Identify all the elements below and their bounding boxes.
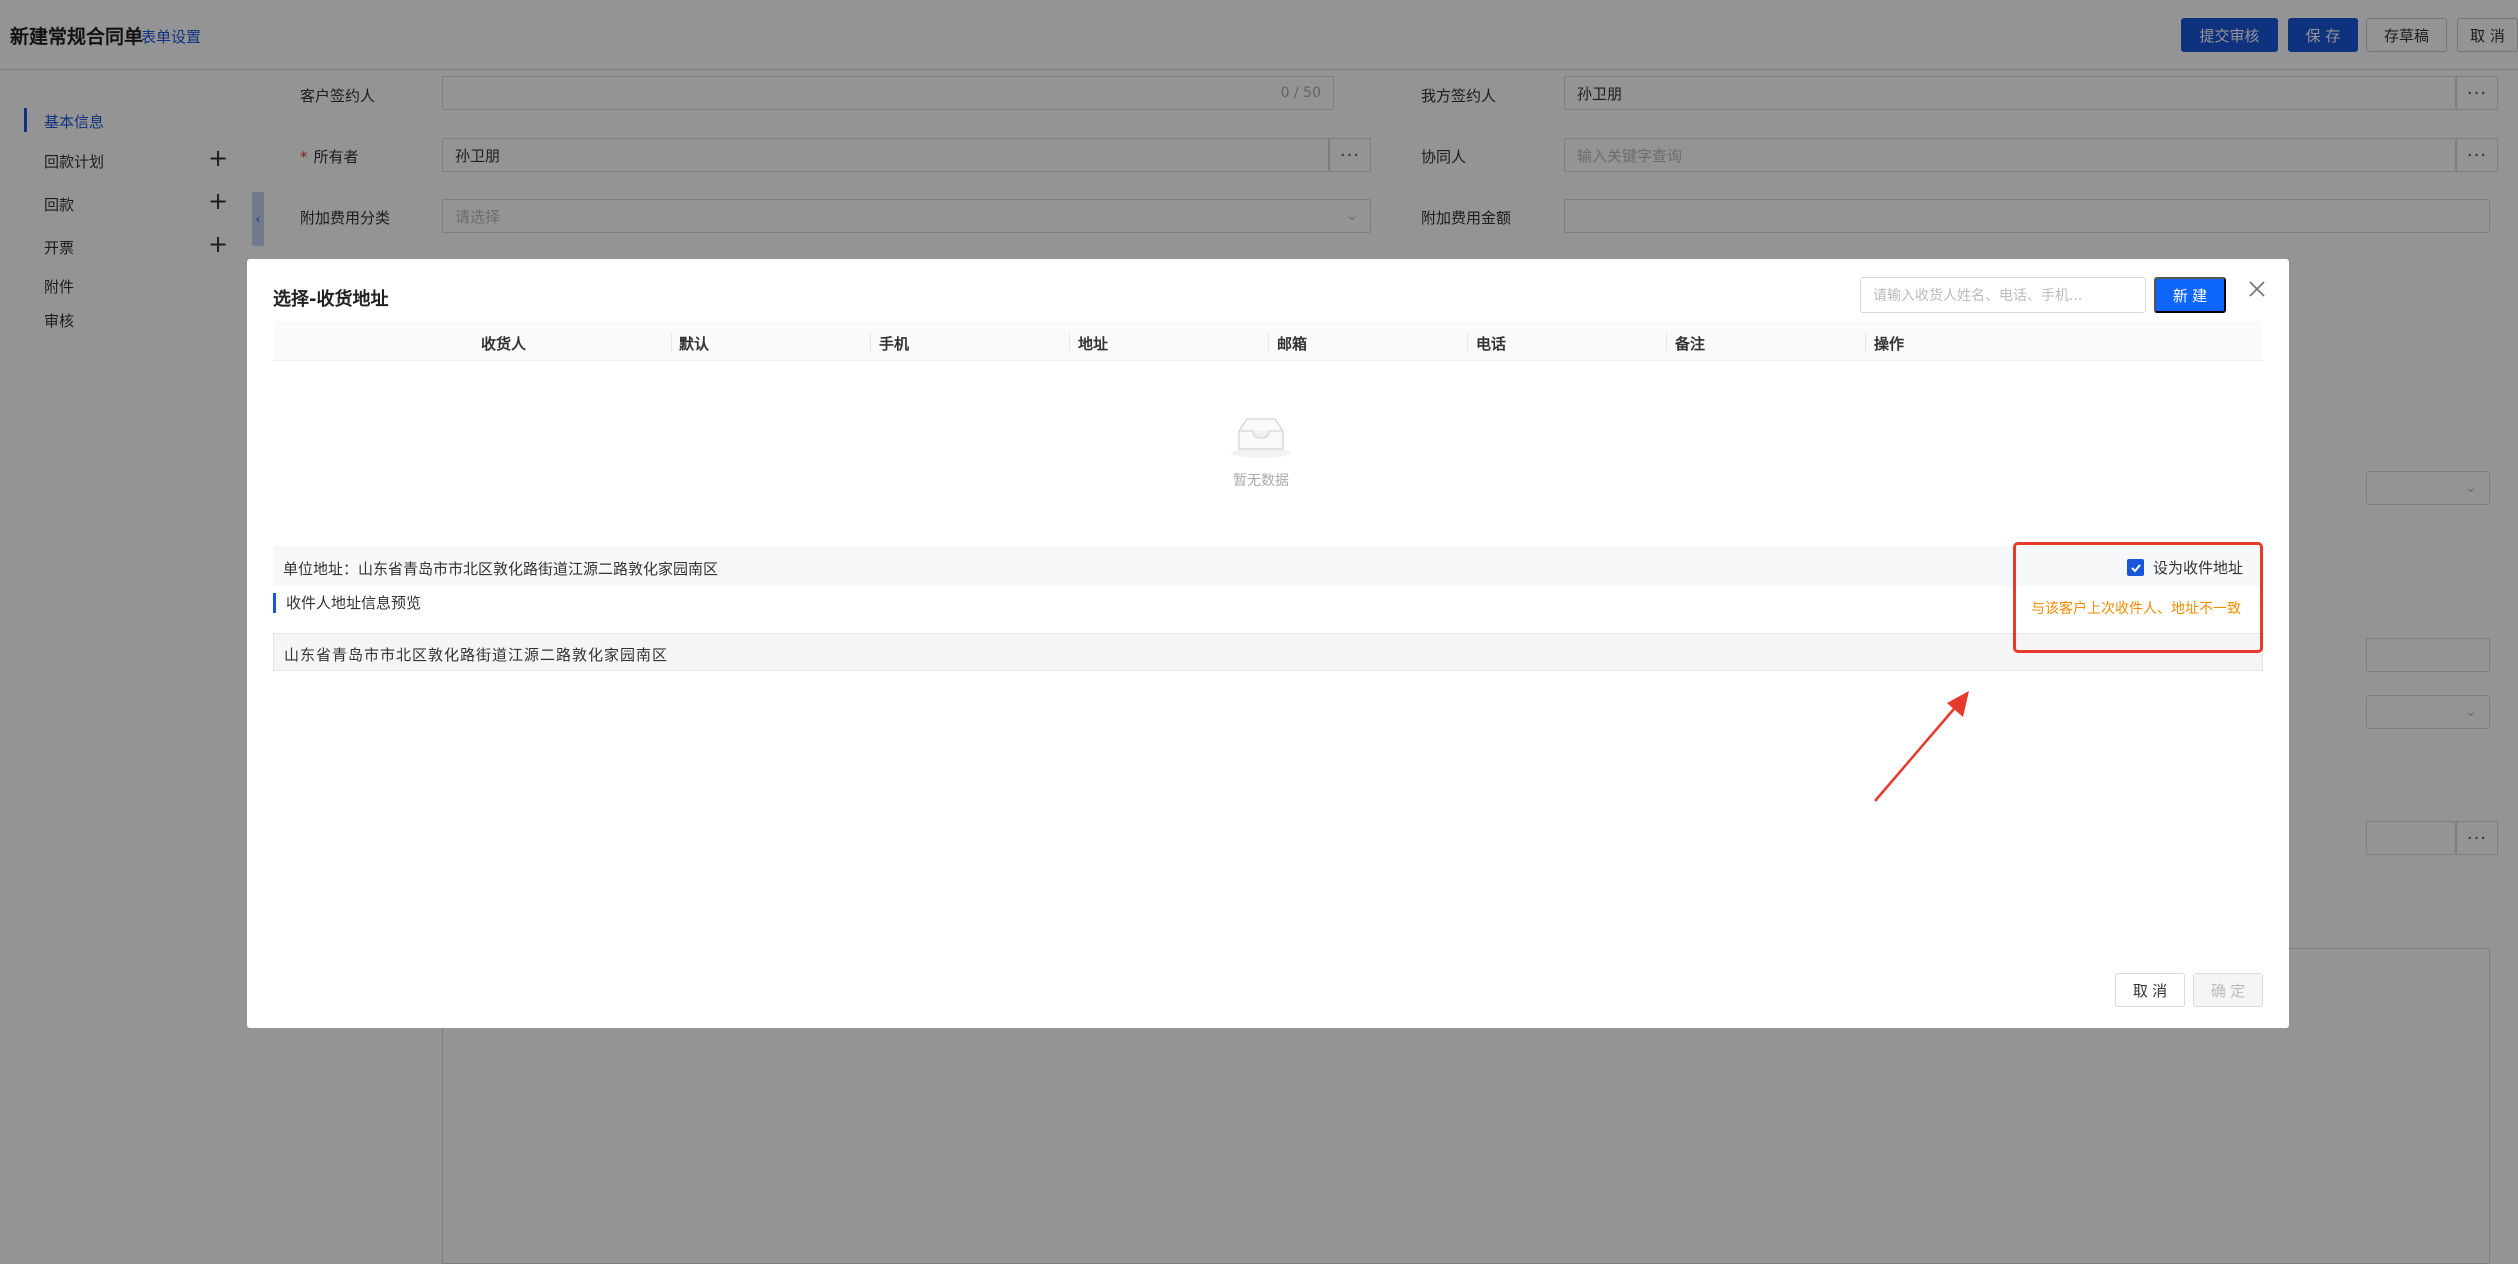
- col-divider: [1666, 333, 1667, 351]
- modal-confirm-button[interactable]: 确 定: [2193, 973, 2263, 1007]
- modal-cancel-button[interactable]: 取 消: [2115, 973, 2185, 1007]
- annotation-arrow-icon: [1874, 691, 1969, 802]
- col-mobile: 手机: [879, 335, 910, 353]
- modal-title: 选择-收货地址: [273, 289, 389, 310]
- new-address-button[interactable]: 新 建: [2154, 277, 2226, 313]
- col-default: 默认: [679, 335, 710, 353]
- preview-address: 山东省青岛市市北区敦化路街道江源二路敦化家园南区: [284, 646, 669, 664]
- col-note: 备注: [1675, 335, 1706, 353]
- col-divider: [671, 333, 672, 351]
- col-divider: [1865, 333, 1866, 351]
- col-receiver: 收货人: [481, 335, 527, 353]
- unit-address: 单位地址：山东省青岛市市北区敦化路街道江源二路敦化家园南区: [283, 560, 719, 578]
- col-phone: 电话: [1476, 335, 1507, 353]
- col-divider: [1069, 333, 1070, 351]
- col-divider: [1268, 333, 1269, 351]
- preview-section-title: 收件人地址信息预览: [273, 593, 421, 613]
- receiver-search-placeholder: 请输入收货人姓名、电话、手机...: [1873, 288, 2083, 304]
- col-divider: [870, 333, 871, 351]
- annotation-highlight-box: [2013, 542, 2263, 653]
- empty-text: 暂无数据: [1233, 473, 1289, 489]
- col-divider: [1467, 333, 1468, 351]
- address-table-header: 收货人 默认 手机 地址 邮箱 电话 备注 操作: [273, 321, 2263, 361]
- close-icon[interactable]: [2245, 277, 2269, 301]
- col-email: 邮箱: [1277, 335, 1308, 353]
- address-preview-box: 山东省青岛市市北区敦化路街道江源二路敦化家园南区: [273, 633, 2263, 671]
- select-address-modal: 选择-收货地址 请输入收货人姓名、电话、手机... 新 建 收货人 默认 手机 …: [247, 259, 2289, 1028]
- empty-inbox-icon: [1231, 418, 1291, 458]
- col-address: 地址: [1078, 335, 1109, 353]
- col-action: 操作: [1874, 335, 1905, 353]
- receiver-search-input[interactable]: 请输入收货人姓名、电话、手机...: [1860, 277, 2146, 313]
- unit-address-row: 单位地址：山东省青岛市市北区敦化路街道江源二路敦化家园南区: [273, 546, 2263, 586]
